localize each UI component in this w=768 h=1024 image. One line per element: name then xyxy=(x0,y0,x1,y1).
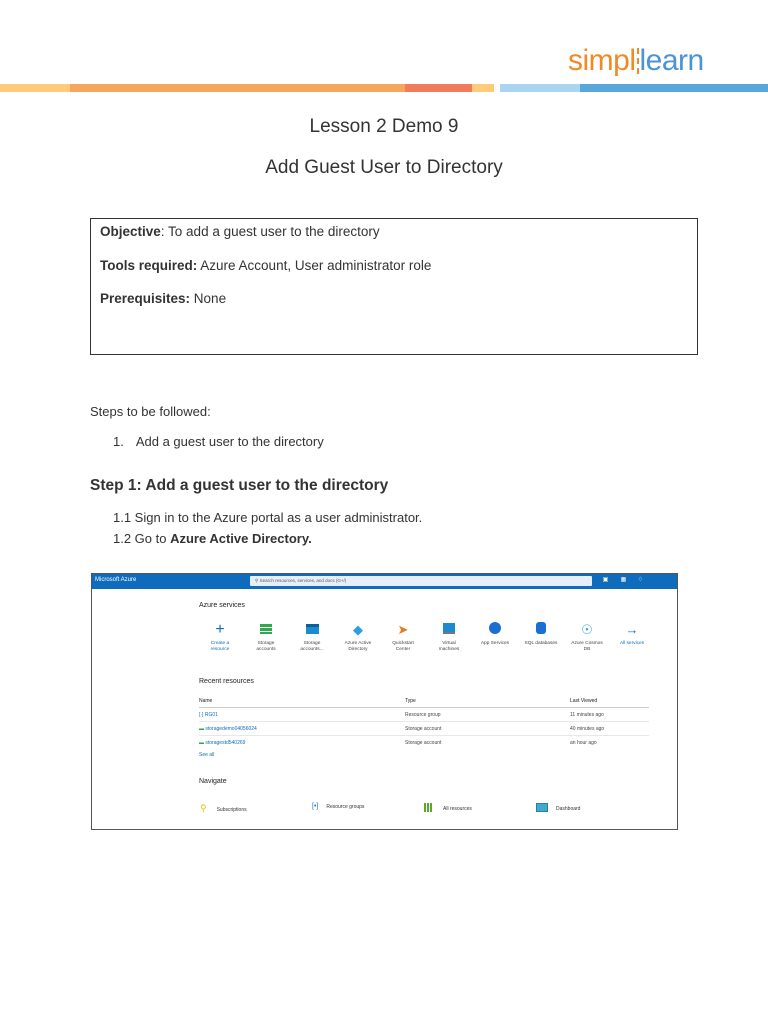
dashboard-icon xyxy=(536,803,548,812)
nav-dashboard[interactable]: Dashboard xyxy=(536,803,580,812)
table-row-viewed: 40 minutes ago xyxy=(570,726,605,732)
simplilearn-logo: simpl learn xyxy=(568,44,704,77)
row-divider xyxy=(199,721,649,722)
notifications-icon[interactable]: ♢ xyxy=(637,577,644,584)
service-create-resource[interactable]: + Create a resource xyxy=(198,622,242,653)
navigate-heading: Navigate xyxy=(199,778,227,785)
step1-line1: 1.1 Sign in to the Azure portal as a use… xyxy=(113,510,423,525)
vm-icon xyxy=(427,622,471,638)
aad-icon: ◆ xyxy=(353,622,363,637)
recent-resources-heading: Recent resources xyxy=(199,678,254,685)
column-name: Name xyxy=(199,698,213,704)
tools-line: Tools required: Azure Account, User admi… xyxy=(100,258,432,273)
service-quickstart-center[interactable]: ➤ Quickstart Center xyxy=(381,622,425,653)
service-storage-accounts-classic[interactable]: Storage accounts... xyxy=(290,622,334,653)
resource-groups-icon: [•] xyxy=(312,803,319,810)
step1-line2: 1.2 Go to Azure Active Directory. xyxy=(113,531,312,546)
service-virtual-machines[interactable]: Virtual machines xyxy=(427,622,471,653)
storage-icon xyxy=(244,622,288,638)
app-services-icon xyxy=(473,622,517,638)
table-divider xyxy=(199,707,649,708)
storage-icon: ▬ xyxy=(199,740,204,746)
azure-portal-screenshot: Microsoft Azure ⚲ Search resources, serv… xyxy=(91,573,678,830)
header-stripe-blue xyxy=(580,84,768,92)
sql-icon xyxy=(519,622,563,638)
logo-separator xyxy=(636,48,639,74)
plus-icon: + xyxy=(215,621,225,638)
cosmos-icon: ☉ xyxy=(581,622,593,637)
storage-icon: ▬ xyxy=(199,726,204,732)
table-row-viewed: an hour ago xyxy=(570,740,597,746)
cloud-shell-icon[interactable]: ▣ xyxy=(602,577,609,584)
table-row-name[interactable]: ▬ storagedemo04056024 xyxy=(199,726,257,732)
service-all-services[interactable]: → All services xyxy=(610,622,654,647)
nav-all-resources[interactable]: All resources xyxy=(424,803,472,812)
step1-heading: Step 1: Add a guest user to the director… xyxy=(90,477,389,494)
table-row-name[interactable]: ▬ storagestd540269 xyxy=(199,740,245,746)
row-divider xyxy=(199,735,649,736)
storage-classic-icon xyxy=(290,622,334,638)
azure-services-heading: Azure services xyxy=(199,602,245,609)
grid-icon xyxy=(424,803,433,812)
table-row-type: Storage account xyxy=(405,740,442,746)
resource-group-icon: [·] xyxy=(199,712,204,718)
service-azure-cosmos-db[interactable]: ☉ Azure Cosmos DB xyxy=(565,622,609,653)
steps-list-item: 1. Add a guest user to the directory xyxy=(113,434,324,449)
header-stripe-yellow xyxy=(472,84,494,92)
header-stripe-mid xyxy=(70,84,405,92)
lesson-title: Lesson 2 Demo 9 xyxy=(309,116,459,137)
service-app-services[interactable]: App Services xyxy=(473,622,517,647)
doc-title: Add Guest User to Directory xyxy=(265,157,503,178)
key-icon: ⚲ xyxy=(200,803,207,813)
nav-resource-groups[interactable]: [•] Resource groups xyxy=(312,803,364,810)
steps-intro: Steps to be followed: xyxy=(90,404,211,419)
portal-topbar: Microsoft Azure ⚲ Search resources, serv… xyxy=(92,574,677,589)
objective-box: Objective: To add a guest user to the di… xyxy=(90,218,698,355)
column-type: Type xyxy=(405,698,416,704)
table-row-name[interactable]: [·] RG01 xyxy=(199,712,218,718)
prereq-line: Prerequisites: None xyxy=(100,291,227,306)
arrow-right-icon: → xyxy=(625,622,639,637)
objective-line: Objective: To add a guest user to the di… xyxy=(100,224,380,239)
column-last-viewed: Last Viewed xyxy=(570,698,598,704)
portal-search-input[interactable]: ⚲ Search resources, services, and docs (… xyxy=(250,576,592,586)
table-row-type: Resource group xyxy=(405,712,441,718)
see-all-link[interactable]: See all xyxy=(199,752,214,758)
header-stripe-light xyxy=(0,84,70,92)
portal-search-placeholder: ⚲ Search resources, services, and docs (… xyxy=(255,577,347,583)
table-row-type: Storage account xyxy=(405,726,442,732)
directory-filter-icon[interactable]: ▦ xyxy=(620,577,627,584)
service-sql-databases[interactable]: SQL databases xyxy=(519,622,563,647)
portal-brand[interactable]: Microsoft Azure xyxy=(95,577,136,583)
header-stripe-lightblue xyxy=(500,84,580,92)
table-row-viewed: 11 minutes ago xyxy=(570,712,604,718)
header-stripe-red xyxy=(405,84,472,92)
nav-subscriptions[interactable]: ⚲ Subscriptions xyxy=(200,803,247,814)
rocket-icon: ➤ xyxy=(397,622,409,637)
service-storage-accounts[interactable]: Storage accounts xyxy=(244,622,288,653)
search-icon: ⚲ xyxy=(255,577,259,583)
service-azure-active-directory[interactable]: ◆ Azure Active Directory xyxy=(336,622,380,653)
